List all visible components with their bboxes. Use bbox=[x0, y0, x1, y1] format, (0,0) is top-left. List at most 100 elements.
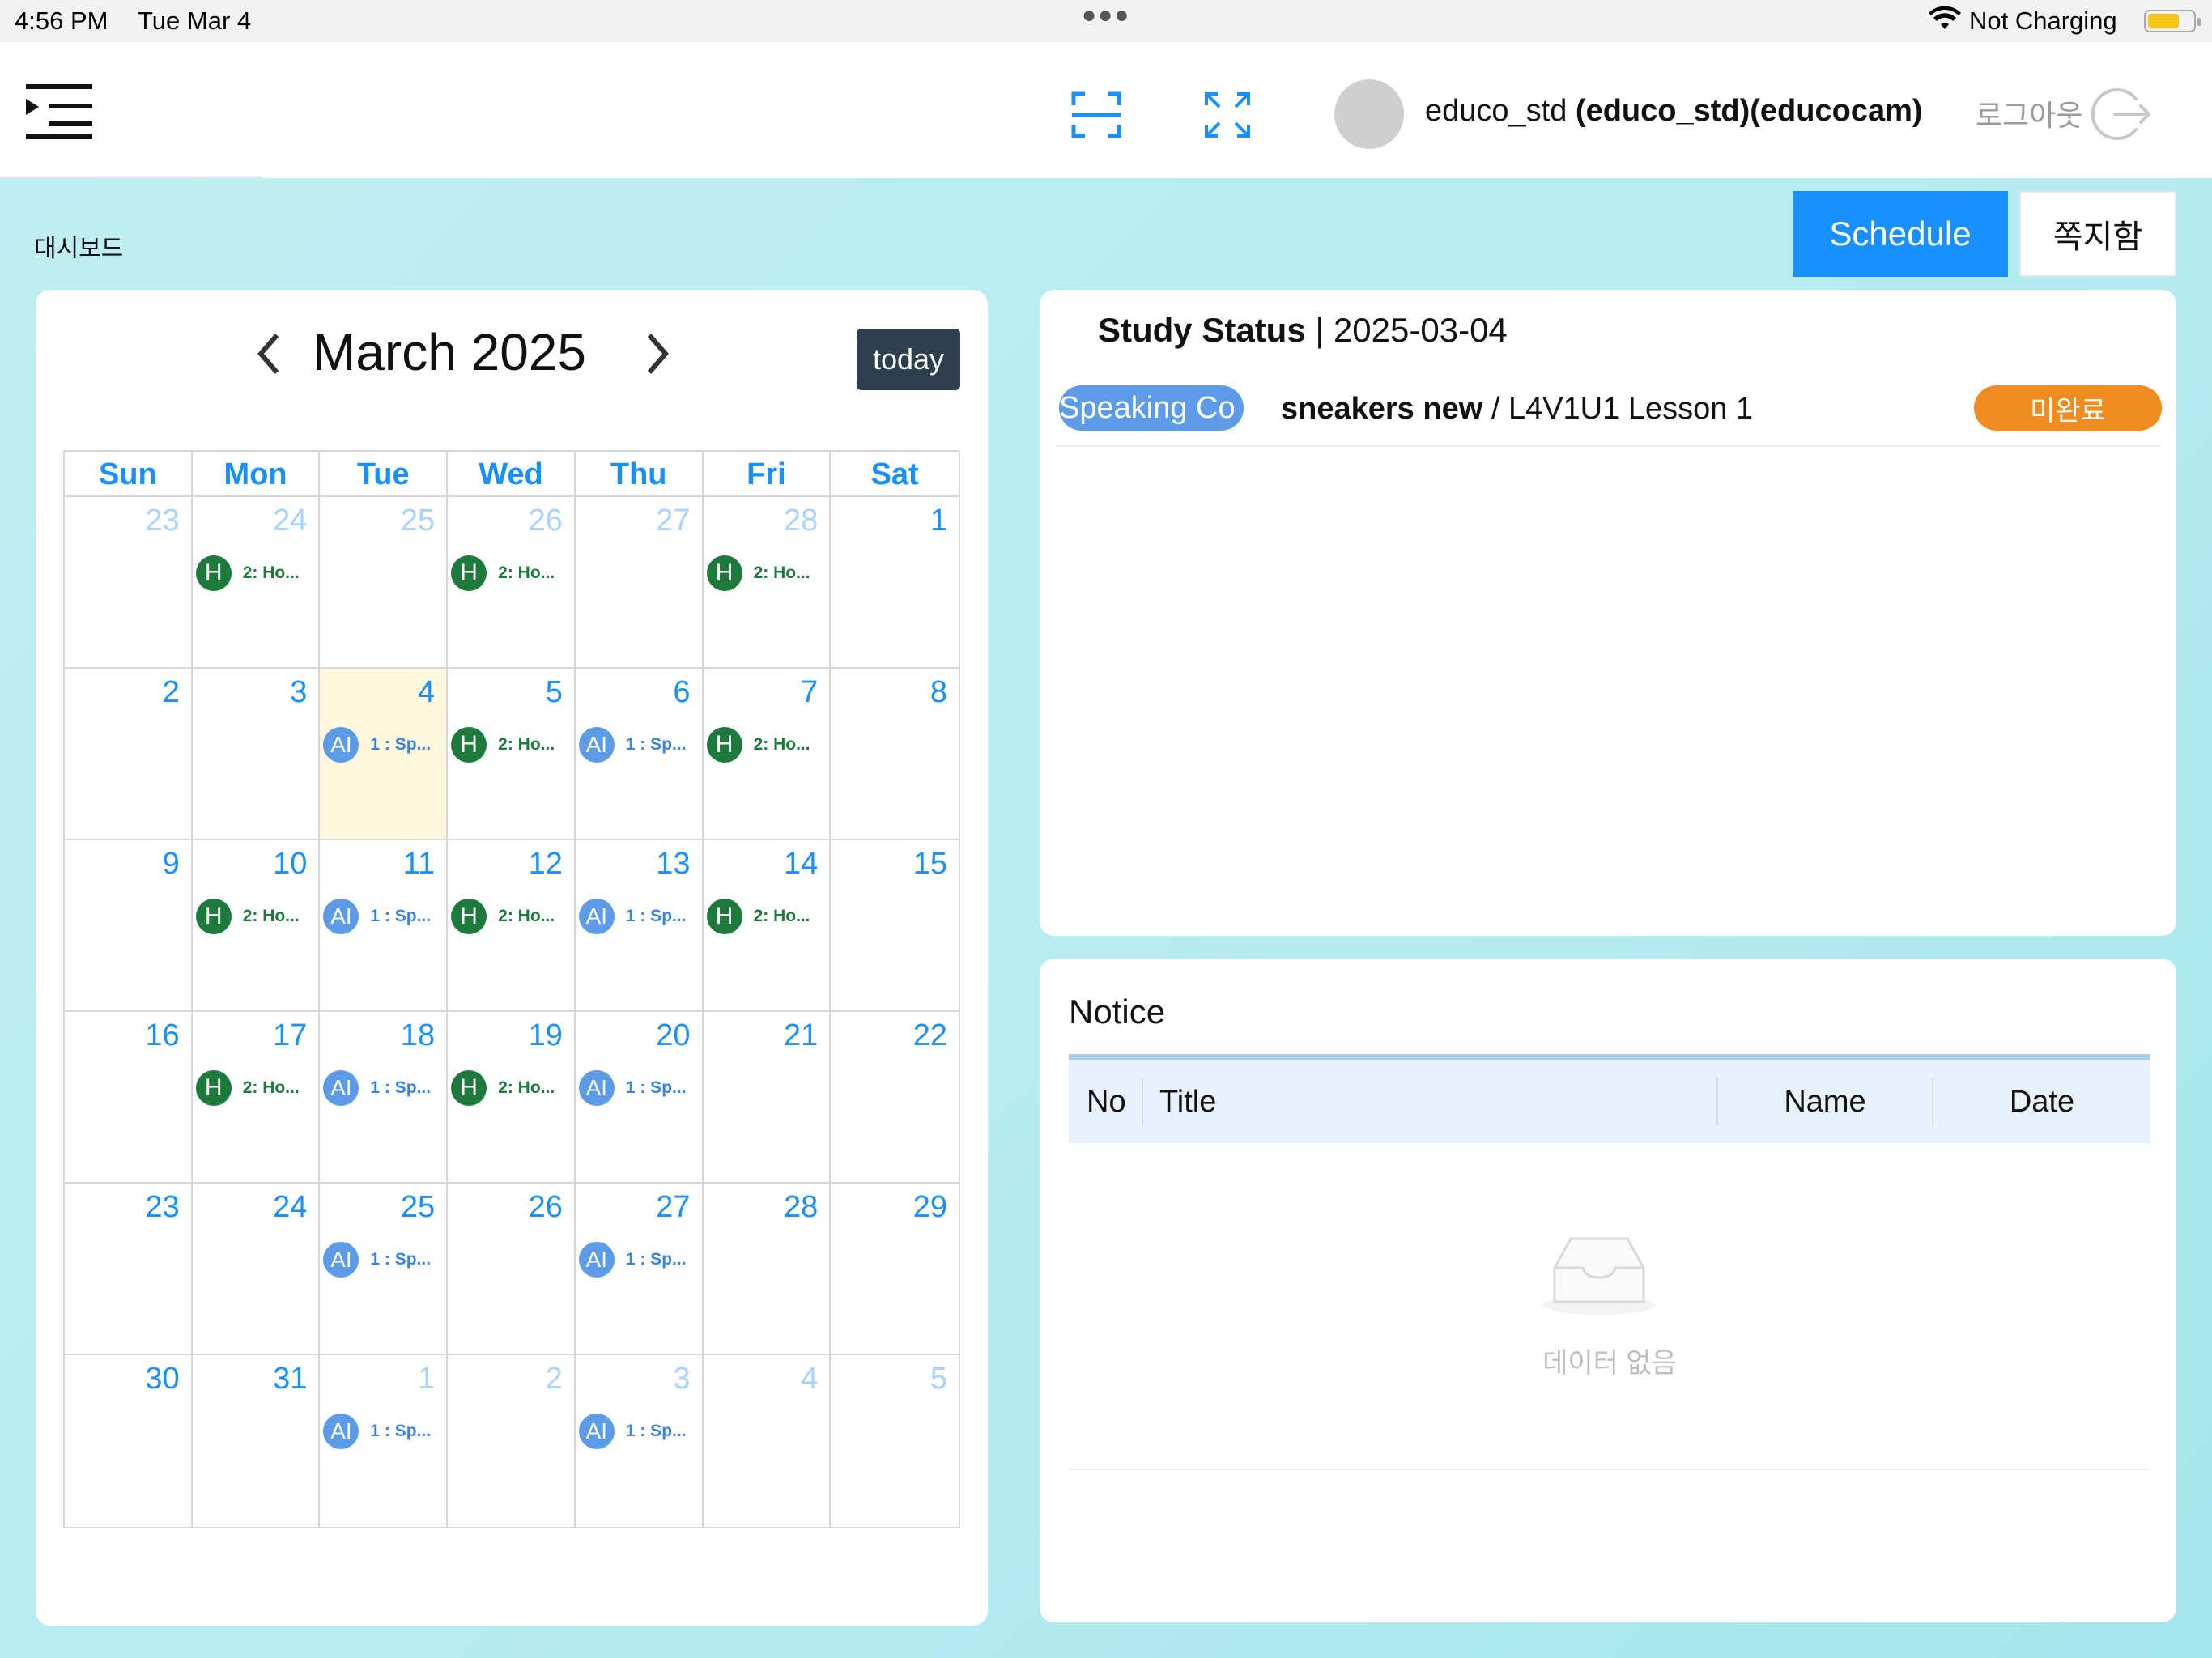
calendar-day[interactable]: 3 AI 1 : Sp... bbox=[576, 1355, 704, 1527]
scan-icon[interactable] bbox=[1070, 89, 1122, 141]
calendar-event[interactable]: AI 1 : Sp... bbox=[578, 1240, 700, 1279]
next-month-icon[interactable] bbox=[635, 325, 678, 382]
calendar-event[interactable]: H 2: Ho... bbox=[451, 554, 572, 593]
calendar-day[interactable]: 23 bbox=[65, 1184, 193, 1355]
calendar-day[interactable]: 21 bbox=[703, 1012, 832, 1184]
calendar-event[interactable]: AI 1 : Sp... bbox=[578, 1412, 700, 1451]
calendar-event[interactable]: AI 1 : Sp... bbox=[323, 725, 445, 764]
calendar-event[interactable]: AI 1 : Sp... bbox=[578, 897, 700, 936]
event-label: 1 : Sp... bbox=[625, 1422, 687, 1440]
avatar[interactable] bbox=[1334, 79, 1404, 149]
battery-status-text: Not Charging bbox=[1969, 6, 2117, 35]
ai-badge: AI bbox=[323, 1070, 359, 1106]
calendar-day[interactable]: 15 bbox=[831, 840, 959, 1012]
column-header-no[interactable]: No bbox=[1069, 1078, 1142, 1126]
calendar-day[interactable]: 26 bbox=[448, 1184, 576, 1355]
calendar-day[interactable]: 28 bbox=[703, 1184, 832, 1355]
status-bar: 4:56 PM Tue Mar 4 ●●● Not Charging bbox=[0, 0, 2212, 42]
day-number: 14 bbox=[784, 847, 819, 881]
prev-month-icon[interactable] bbox=[248, 325, 291, 382]
calendar-day[interactable]: 14 H 2: Ho... bbox=[703, 840, 832, 1012]
fullscreen-icon[interactable] bbox=[1202, 89, 1253, 141]
today-button[interactable]: today bbox=[857, 329, 960, 390]
calendar-event[interactable]: H 2: Ho... bbox=[195, 897, 317, 936]
calendar-day[interactable]: 27 AI 1 : Sp... bbox=[575, 1184, 704, 1355]
event-label: 1 : Sp... bbox=[370, 907, 432, 925]
column-header-title[interactable]: Title bbox=[1142, 1077, 1716, 1126]
study-status-row[interactable]: Speaking Co sneakers new / L4V1U1 Lesson… bbox=[1056, 368, 2162, 447]
day-number: 12 bbox=[528, 847, 563, 881]
calendar-day[interactable]: 22 bbox=[831, 1012, 959, 1184]
logout-link[interactable]: 로그아웃 bbox=[1976, 92, 2082, 134]
calendar-day[interactable]: 28 H 2: Ho... bbox=[703, 497, 832, 669]
calendar-event[interactable]: H 2: Ho... bbox=[195, 554, 317, 593]
calendar-event[interactable]: AI 1 : Sp... bbox=[323, 1069, 445, 1107]
calendar-day[interactable]: 19 H 2: Ho... bbox=[448, 1012, 576, 1184]
calendar-day[interactable]: 26 H 2: Ho... bbox=[448, 497, 576, 669]
day-number: 26 bbox=[528, 1190, 563, 1224]
messages-button[interactable]: 쪽지함 bbox=[2019, 191, 2176, 277]
ai-badge: AI bbox=[578, 1414, 615, 1449]
calendar-event[interactable]: AI 1 : Sp... bbox=[578, 725, 700, 764]
column-header-name[interactable]: Name bbox=[1716, 1077, 1932, 1126]
calendar-day[interactable]: 2 bbox=[65, 669, 193, 840]
calendar-day[interactable]: 25 AI 1 : Sp... bbox=[320, 1184, 449, 1355]
user-id: educo_std bbox=[1425, 94, 1576, 128]
homework-badge: H bbox=[706, 899, 742, 934]
calendar-day[interactable]: 5 H 2: Ho... bbox=[448, 669, 576, 840]
calendar-event[interactable]: AI 1 : Sp... bbox=[578, 1069, 700, 1107]
day-number: 23 bbox=[145, 1190, 180, 1224]
calendar-day[interactable]: 18 AI 1 : Sp... bbox=[320, 1012, 449, 1184]
calendar-event[interactable]: H 2: Ho... bbox=[706, 897, 828, 936]
day-number: 20 bbox=[656, 1018, 691, 1052]
calendar-day[interactable]: 20 AI 1 : Sp... bbox=[575, 1012, 704, 1184]
calendar-day[interactable]: 1 bbox=[831, 497, 959, 669]
calendar-event[interactable]: AI 1 : Sp... bbox=[323, 1412, 445, 1451]
calendar-event[interactable]: H 2: Ho... bbox=[451, 1069, 572, 1107]
column-header-date[interactable]: Date bbox=[1932, 1077, 2150, 1126]
calendar-day[interactable]: 3 bbox=[192, 669, 321, 840]
calendar-day[interactable]: 29 bbox=[831, 1184, 959, 1355]
calendar-event[interactable]: H 2: Ho... bbox=[451, 725, 572, 764]
calendar-day[interactable]: 27 bbox=[575, 497, 704, 669]
schedule-button[interactable]: Schedule bbox=[1793, 191, 2008, 277]
calendar-event[interactable]: H 2: Ho... bbox=[706, 554, 828, 593]
calendar-day[interactable]: 23 bbox=[65, 497, 193, 669]
calendar-event[interactable]: AI 1 : Sp... bbox=[323, 897, 445, 936]
day-number: 27 bbox=[656, 504, 691, 538]
multitask-dots-icon[interactable]: ●●● bbox=[1082, 2, 1130, 29]
calendar-day[interactable]: 13 AI 1 : Sp... bbox=[575, 840, 704, 1012]
course-tag[interactable]: Speaking Co bbox=[1059, 385, 1244, 431]
calendar-day[interactable]: 1 AI 1 : Sp... bbox=[320, 1355, 449, 1527]
calendar-day[interactable]: 25 bbox=[320, 497, 449, 669]
calendar-day[interactable]: 11 AI 1 : Sp... bbox=[320, 840, 449, 1012]
calendar-day[interactable]: 6 AI 1 : Sp... bbox=[575, 669, 704, 840]
calendar-day[interactable]: 31 bbox=[193, 1355, 321, 1527]
calendar-event[interactable]: H 2: Ho... bbox=[706, 725, 828, 764]
menu-toggle-icon[interactable] bbox=[23, 79, 96, 144]
calendar-day[interactable]: 24 bbox=[192, 1184, 321, 1355]
calendar-event[interactable]: H 2: Ho... bbox=[451, 897, 572, 936]
calendar-day[interactable]: 7 H 2: Ho... bbox=[703, 669, 832, 840]
calendar-day[interactable]: 17 H 2: Ho... bbox=[192, 1012, 321, 1184]
calendar-day[interactable]: 9 bbox=[65, 840, 193, 1012]
event-label: 2: Ho... bbox=[242, 907, 300, 925]
calendar-day[interactable]: 10 H 2: Ho... bbox=[192, 840, 321, 1012]
calendar-day[interactable]: 2 bbox=[448, 1355, 576, 1527]
calendar-day[interactable]: 16 bbox=[65, 1012, 193, 1184]
calendar-day[interactable]: 5 bbox=[831, 1355, 959, 1527]
calendar-day[interactable]: 8 bbox=[831, 669, 959, 840]
day-number: 24 bbox=[273, 1190, 308, 1224]
event-label: 1 : Sp... bbox=[625, 1250, 687, 1269]
logout-icon[interactable] bbox=[2091, 86, 2152, 142]
calendar-event[interactable]: AI 1 : Sp... bbox=[323, 1240, 445, 1279]
calendar-day[interactable]: 30 bbox=[65, 1355, 193, 1527]
calendar-day[interactable]: 24 H 2: Ho... bbox=[192, 497, 321, 669]
homework-badge: H bbox=[195, 899, 232, 934]
ai-badge: AI bbox=[323, 899, 359, 934]
calendar-day-today[interactable]: 4 AI 1 : Sp... bbox=[320, 669, 449, 840]
calendar-day[interactable]: 12 H 2: Ho... bbox=[448, 840, 576, 1012]
homework-badge: H bbox=[451, 1070, 487, 1106]
calendar-event[interactable]: H 2: Ho... bbox=[195, 1069, 317, 1107]
calendar-day[interactable]: 4 bbox=[704, 1355, 832, 1527]
